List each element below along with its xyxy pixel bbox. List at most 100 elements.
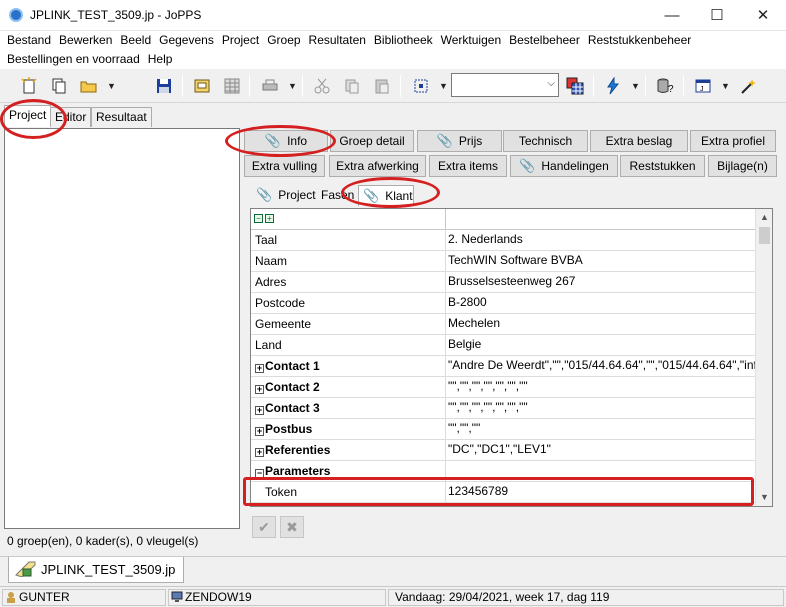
- grid-value[interactable]: "Andre De Weerdt","","015/44.64.64","","…: [446, 356, 756, 377]
- subtab-fasen[interactable]: Fasen: [317, 185, 358, 206]
- scroll-down-icon[interactable]: ▼: [756, 489, 772, 506]
- grid-value[interactable]: TechWIN Software BVBA: [446, 251, 756, 272]
- grid-value[interactable]: 123456789: [446, 482, 756, 503]
- copy-paste-icon[interactable]: [340, 74, 364, 98]
- grid-value[interactable]: Brusselsesteenweg 267: [446, 272, 756, 293]
- scroll-thumb[interactable]: [759, 227, 770, 244]
- grid-value[interactable]: B-2800: [446, 293, 756, 314]
- grid-row-contact-1[interactable]: + Contact 1 "Andre De Weerdt","","015/44.6…: [251, 356, 756, 377]
- paperclip-icon: 📎: [363, 188, 380, 203]
- grid-row-token[interactable]: Token 123456789: [251, 482, 756, 503]
- grid-scrollbar[interactable]: ▲ ▼: [755, 209, 772, 506]
- grid-value[interactable]: Mechelen: [446, 314, 756, 335]
- document-tab[interactable]: JPLINK_TEST_3509.jp: [8, 557, 184, 583]
- toolbar-combo[interactable]: ⌵: [451, 73, 559, 97]
- selection-dropdown-icon[interactable]: ▼: [439, 79, 448, 93]
- grid-row-adres[interactable]: Adres Brusselsesteenweg 267: [251, 272, 756, 293]
- grid-row-taal[interactable]: Taal 2. Nederlands: [251, 230, 756, 251]
- bijlagen-button[interactable]: Bijlage(n): [708, 155, 777, 177]
- print-preview-icon[interactable]: [190, 74, 214, 98]
- extra-beslag-button[interactable]: Extra beslag: [590, 130, 688, 152]
- extra-vulling-button[interactable]: Extra vulling: [244, 155, 325, 177]
- expand-icon[interactable]: +: [255, 406, 264, 415]
- info-button-label: Info: [287, 134, 308, 148]
- scroll-up-icon[interactable]: ▲: [756, 209, 772, 226]
- extra-items-button[interactable]: Extra items: [429, 155, 507, 177]
- tab-project[interactable]: Project: [4, 105, 52, 127]
- new-icon[interactable]: [17, 74, 41, 98]
- window-dropdown-icon[interactable]: ▼: [721, 79, 730, 93]
- grid-icon[interactable]: [220, 74, 244, 98]
- menu-resultaten[interactable]: Resultaten: [305, 31, 370, 50]
- minimize-button[interactable]: —: [649, 0, 695, 31]
- expand-icon[interactable]: +: [255, 364, 264, 373]
- reststukken-button[interactable]: Reststukken: [620, 155, 705, 177]
- menu-bestellingen-en-voorraad[interactable]: Bestellingen en voorraad: [3, 50, 144, 69]
- tab-editor[interactable]: Editor: [50, 107, 92, 127]
- menu-bestand[interactable]: Bestand: [3, 31, 55, 50]
- menu-werktuigen[interactable]: Werktuigen: [437, 31, 505, 50]
- expand-icon[interactable]: +: [255, 385, 264, 394]
- subtab-klant[interactable]: 📎 Klant: [358, 185, 414, 206]
- calculator-icon[interactable]: [563, 74, 587, 98]
- tab-resultaat[interactable]: Resultaat: [91, 107, 152, 127]
- grid-value[interactable]: 2. Nederlands: [446, 230, 756, 251]
- cut-icon[interactable]: [310, 74, 334, 98]
- save-icon[interactable]: [152, 74, 176, 98]
- grid-row-land[interactable]: Land Belgie: [251, 335, 756, 356]
- grid-row-parameters[interactable]: − Parameters: [251, 461, 756, 482]
- groep-detail-button[interactable]: Groep detail: [330, 130, 414, 152]
- menu-reststukkenbeheer[interactable]: Reststukkenbeheer: [584, 31, 695, 50]
- menu-help[interactable]: Help: [144, 50, 177, 69]
- grid-row-contact-2[interactable]: + Contact 2 "","","","","","","": [251, 377, 756, 398]
- selection-icon[interactable]: [409, 74, 433, 98]
- cancel-button[interactable]: ✖: [280, 516, 304, 538]
- project-tree-panel[interactable]: [4, 128, 240, 529]
- menu-gegevens[interactable]: Gegevens: [155, 31, 218, 50]
- expand-all-icon[interactable]: +: [265, 214, 274, 223]
- collapse-all-icon[interactable]: −: [254, 214, 263, 223]
- grid-row-gemeente[interactable]: Gemeente Mechelen: [251, 314, 756, 335]
- menu-bestelbeheer[interactable]: Bestelbeheer: [505, 31, 584, 50]
- maximize-button[interactable]: ☐: [694, 0, 740, 31]
- collapse-icon[interactable]: −: [255, 469, 264, 478]
- open-folder-icon[interactable]: [77, 74, 101, 98]
- menu-bewerken[interactable]: Bewerken: [55, 31, 116, 50]
- confirm-button[interactable]: ✔: [252, 516, 276, 538]
- info-button[interactable]: 📎 Info: [244, 130, 328, 152]
- extra-profiel-button[interactable]: Extra profiel: [690, 130, 776, 152]
- paste-icon[interactable]: [370, 74, 394, 98]
- magic-wand-icon[interactable]: [736, 74, 760, 98]
- menu-bibliotheek[interactable]: Bibliotheek: [370, 31, 437, 50]
- expand-icon[interactable]: +: [255, 427, 264, 436]
- handelingen-button[interactable]: 📎 Handelingen: [510, 155, 618, 177]
- database-help-icon[interactable]: ?: [653, 74, 677, 98]
- printer-dropdown-icon[interactable]: ▼: [288, 79, 297, 93]
- grid-row-postcode[interactable]: Postcode B-2800: [251, 293, 756, 314]
- grid-value[interactable]: "","","": [446, 419, 756, 440]
- grid-row-naam[interactable]: Naam TechWIN Software BVBA: [251, 251, 756, 272]
- lightning-dropdown-icon[interactable]: ▼: [631, 79, 640, 93]
- expand-icon[interactable]: +: [255, 448, 264, 457]
- grid-value[interactable]: Belgie: [446, 335, 756, 356]
- subtab-project[interactable]: 📎 Project: [252, 185, 320, 206]
- printer-icon[interactable]: [258, 74, 282, 98]
- grid-value[interactable]: "","","","","","","": [446, 398, 756, 419]
- extra-afwerking-button[interactable]: Extra afwerking: [329, 155, 426, 177]
- grid-row-referenties[interactable]: + Referenties "DC","DC1","LEV1": [251, 440, 756, 461]
- window-icon[interactable]: J: [691, 74, 715, 98]
- grid-row-postbus[interactable]: + Postbus "","","": [251, 419, 756, 440]
- grid-value[interactable]: "","","","","","","": [446, 377, 756, 398]
- close-button[interactable]: ✕: [740, 0, 786, 31]
- menu-project[interactable]: Project: [218, 31, 263, 50]
- grid-value[interactable]: "DC","DC1","LEV1": [446, 440, 756, 461]
- prijs-button[interactable]: 📎 Prijs: [417, 130, 502, 152]
- grid-row-contact-3[interactable]: + Contact 3 "","","","","","","": [251, 398, 756, 419]
- lightning-icon[interactable]: [601, 74, 625, 98]
- menu-groep[interactable]: Groep: [263, 31, 304, 50]
- grid-value[interactable]: [446, 461, 756, 482]
- open-dropdown-icon[interactable]: ▼: [107, 79, 116, 93]
- copy-icon[interactable]: [47, 74, 71, 98]
- technisch-button[interactable]: Technisch: [503, 130, 588, 152]
- menu-beeld[interactable]: Beeld: [116, 31, 155, 50]
